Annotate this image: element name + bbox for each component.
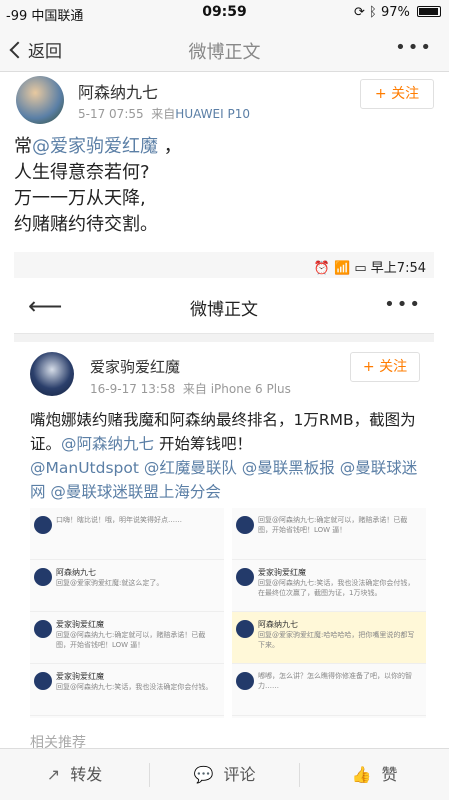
comment-item: 嘟嘟，怎么讲？怎么瞧得你修准备了吧，以你的智力…… xyxy=(232,664,426,716)
comment-icon: 💬 xyxy=(193,765,214,784)
embedded-title: 微博正文 xyxy=(190,300,258,320)
like-button[interactable]: 👍 赞 xyxy=(300,749,449,801)
post-line-3: 万一一万从天降, xyxy=(14,188,146,209)
post-line-1: 常@爱家驹爱红魔 ， xyxy=(14,136,182,157)
embedded-meta: 16-9-17 13:58 来自 iPhone 6 Plus xyxy=(90,382,291,396)
comment-avatar xyxy=(236,516,254,534)
share-icon: ↗ xyxy=(46,765,61,784)
comment-item: 回复@阿森纳九七:确定就可以，赌赔承诺！已截图，开始省钱吧！LOW 逼！ xyxy=(232,508,426,560)
repost-label: 转发 xyxy=(70,765,103,784)
author-header: 阿森纳九七 5-17 07:55 来自HUAWEI P10 + 关注 xyxy=(14,76,434,128)
battery-icon xyxy=(417,6,441,17)
embedded-author: 爱家驹爱红魔 16-9-17 13:58 来自 iPhone 6 Plus + … xyxy=(14,348,434,404)
repost-button[interactable]: ↗ 转发 xyxy=(0,749,149,801)
embedded-body: 嘴炮娜婊约赌我魔和阿森纳最终排名，1万RMB，截图为证。@阿森纳九七 开始筹钱吧… xyxy=(30,411,418,501)
lock-rotation-icon: ⟳ xyxy=(353,5,365,20)
page-title: 微博正文 xyxy=(188,42,261,63)
status-right: ⟳ ᛒ 97% xyxy=(354,5,441,20)
source-prefix: 来自 xyxy=(151,107,176,121)
comment-avatar xyxy=(236,620,254,638)
comment-item: 阿森纳九七 回复@爱家驹爱红魔:就这么定了。 xyxy=(30,560,224,612)
mention-link[interactable]: @爱家驹爱红魔 xyxy=(32,136,158,157)
like-label: 赞 xyxy=(381,765,398,784)
post-body: 常@爱家驹爱红魔 ， 人生得意奈若何? 万一一万从天降, 约赌赌约待交割。 xyxy=(14,134,434,238)
thumbs-up-icon: 👍 xyxy=(351,765,372,784)
comment-button[interactable]: 💬 评论 xyxy=(150,749,299,801)
bluetooth-icon: ᛒ xyxy=(369,5,377,20)
comment-avatar xyxy=(34,568,52,586)
nav-bar: 返回 微博正文 ••• xyxy=(0,26,449,72)
comment-item: 爱家驹爱红魔 回复@阿森纳九七:确定就可以，赌赔承诺！已截图，开始省钱吧！LOW … xyxy=(30,612,224,664)
post-line-4: 约赌赌约待交割。 xyxy=(14,214,158,235)
comment-item-highlighted: 阿森纳九七 回复@爱家驹爱红魔:哈哈哈哈，把你嘴里说的都写下来。 xyxy=(232,612,426,664)
status-bar: -99 中国联通 09:59 ⟳ ᛒ 97% xyxy=(0,0,449,26)
embedded-screenshot[interactable]: ⏰ 📶 ▭ 早上7:54 ⟵ 微博正文 ••• 爱家驹爱红魔 16-9-17 1… xyxy=(14,252,434,722)
post-line-2: 人生得意奈若何? xyxy=(14,162,150,183)
source-device[interactable]: HUAWEI P10 xyxy=(175,107,250,121)
battery-percent: 97% xyxy=(380,5,410,20)
author-name[interactable]: 阿森纳九七 xyxy=(78,79,158,103)
embedded-status-right: ⏰ 📶 ▭ 早上7:54 xyxy=(313,261,426,276)
comment-item: 爱家驹爱红魔 回复@阿森纳九七:笑话，我也没法确定你会付钱。 xyxy=(30,664,224,716)
comment-item: 口嗨！瞎比说！哦，明年说笑得好点…… xyxy=(30,508,224,560)
post-meta: 5-17 07:55 来自HUAWEI P10 xyxy=(78,105,250,122)
embedded-mentions: @ManUtdspot @红魔曼联队 @曼联黑板报 @曼联球迷网 @曼联球迷联盟… xyxy=(30,459,418,501)
comment-image-left: 口嗨！瞎比说！哦，明年说笑得好点…… 阿森纳九七 回复@爱家驹爱红魔:就这么定了。… xyxy=(30,508,224,718)
post-time: 5-17 07:55 xyxy=(78,107,144,121)
embedded-nav-bar: ⟵ 微博正文 ••• xyxy=(14,278,434,334)
comment-avatar xyxy=(236,672,254,690)
embedded-comment-images: 口嗨！瞎比说！哦，明年说笑得好点…… 阿森纳九七 回复@爱家驹爱红魔:就这么定了。… xyxy=(30,508,426,718)
comment-label: 评论 xyxy=(223,765,256,784)
more-button[interactable]: ••• xyxy=(395,37,433,58)
embedded-divider xyxy=(14,334,434,342)
bottom-action-bar: ↗ 转发 💬 评论 👍 赞 xyxy=(0,748,449,800)
embedded-more-icon: ••• xyxy=(384,294,422,315)
embedded-avatar xyxy=(30,352,74,396)
comment-avatar xyxy=(34,620,52,638)
follow-button[interactable]: + 关注 xyxy=(360,79,434,109)
avatar[interactable] xyxy=(16,76,64,124)
embedded-mention: @阿森纳九七 xyxy=(61,435,155,453)
comment-image-right: 回复@阿森纳九七:确定就可以，赌赔承诺！已截图，开始省钱吧！LOW 逼！ 爱家驹… xyxy=(232,508,426,718)
comment-avatar xyxy=(236,568,254,586)
embedded-author-name: 爱家驹爱红魔 xyxy=(90,358,181,376)
comment-item: 爱家驹爱红魔 回复@阿森纳九七:笑话，我也没法确定你会付钱，在最终位次赢了，截图为… xyxy=(232,560,426,612)
comment-avatar xyxy=(34,516,52,534)
comment-avatar xyxy=(34,672,52,690)
embedded-follow-button: + 关注 xyxy=(350,352,420,382)
embedded-status-bar: ⏰ 📶 ▭ 早上7:54 xyxy=(14,252,434,278)
